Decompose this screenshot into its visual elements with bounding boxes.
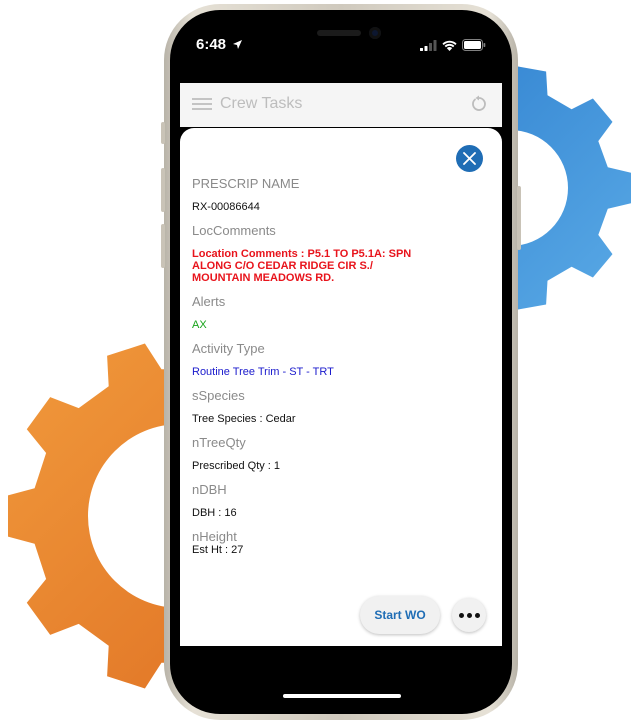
volume-down-button	[161, 224, 165, 268]
refresh-icon[interactable]	[470, 95, 488, 113]
start-wo-button[interactable]: Start WO	[360, 596, 440, 634]
field-species: sSpecies Tree Species : Cedar	[192, 388, 482, 425]
field-height: nHeight Est Ht : 27	[192, 529, 482, 556]
page-title: Crew Tasks	[220, 95, 303, 112]
field-value: Location Comments : P5.1 TO P5.1A: SPN A…	[192, 248, 412, 284]
field-label: sSpecies	[192, 388, 245, 403]
field-label: nDBH	[192, 482, 227, 497]
field-label: LocComments	[192, 223, 276, 238]
mute-switch	[161, 122, 165, 144]
phone-screen: 6:48 Crew Tasks PRESCRIP NAME RX-0008664…	[180, 20, 502, 704]
field-dbh: nDBH DBH : 16	[192, 482, 482, 519]
wifi-icon	[442, 40, 457, 51]
app-header: Crew Tasks	[180, 83, 502, 127]
field-value: RX-00086644	[192, 201, 260, 213]
field-value: Tree Species : Cedar	[192, 413, 296, 425]
close-button[interactable]	[456, 145, 483, 172]
volume-up-button	[161, 168, 165, 212]
close-icon	[463, 152, 476, 165]
more-icon	[457, 612, 481, 618]
field-label: Alerts	[192, 294, 226, 309]
field-label: PRESCRIP NAME	[192, 176, 300, 191]
task-fields: PRESCRIP NAME RX-00086644 LocComments Lo…	[192, 176, 482, 556]
field-activity-type: Activity Type Routine Tree Trim - ST - T…	[192, 341, 482, 378]
task-detail-sheet: PRESCRIP NAME RX-00086644 LocComments Lo…	[180, 128, 502, 646]
field-value: Prescribed Qty : 1	[192, 460, 281, 472]
status-time: 6:48	[196, 36, 243, 53]
power-button	[517, 186, 521, 250]
field-value: DBH : 16	[192, 507, 237, 519]
status-bar: 6:48	[180, 20, 502, 68]
field-value: AX	[192, 319, 207, 331]
field-label: nTreeQty	[192, 435, 246, 450]
location-arrow-icon	[233, 40, 243, 49]
field-value: Routine Tree Trim - ST - TRT	[192, 366, 334, 378]
field-label: Activity Type	[192, 341, 265, 356]
field-alerts: Alerts AX	[192, 294, 482, 331]
home-indicator[interactable]	[283, 694, 401, 698]
field-prescrip-name: PRESCRIP NAME RX-00086644	[192, 176, 482, 213]
field-loc-comments: LocComments Location Comments : P5.1 TO …	[192, 223, 482, 284]
menu-icon[interactable]	[192, 96, 212, 112]
field-tree-qty: nTreeQty Prescribed Qty : 1	[192, 435, 482, 472]
signal-icon	[420, 39, 437, 51]
more-options-button[interactable]	[452, 598, 486, 632]
status-time-text: 6:48	[196, 36, 227, 53]
field-value: Est Ht : 27	[192, 544, 244, 556]
field-label: nHeight	[192, 529, 237, 544]
status-icons	[420, 39, 486, 51]
battery-icon	[462, 39, 486, 51]
